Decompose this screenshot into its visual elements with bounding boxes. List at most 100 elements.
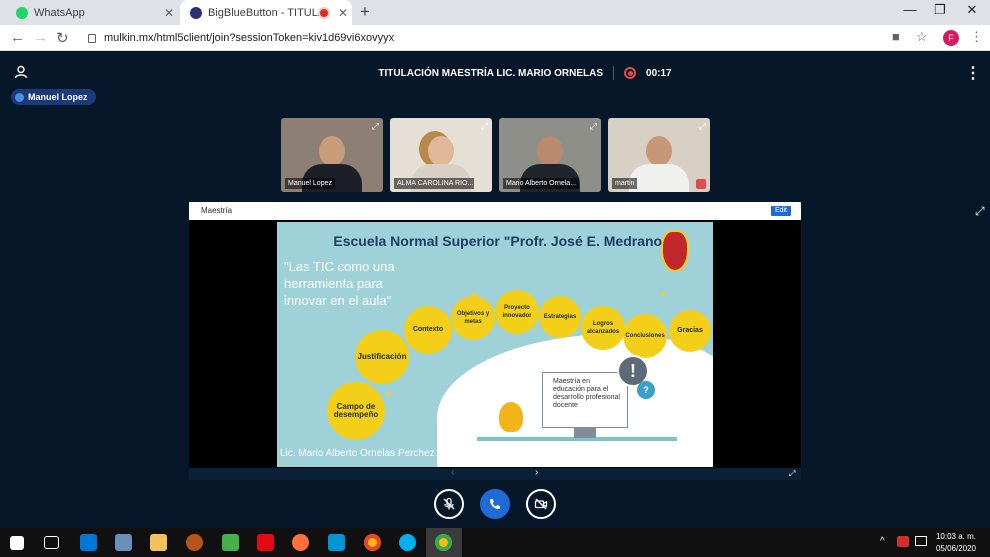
forward-button[interactable]: → xyxy=(33,29,48,46)
edit-button[interactable]: Edit xyxy=(770,206,791,216)
participant-silhouette xyxy=(629,136,689,192)
tab-bigbluebutton[interactable]: BigBlueButton - TITULACIÓN ✕ xyxy=(180,0,352,25)
meeting-title: TITULACIÓN MAESTRÍA LIC. MARIO ORNELAS xyxy=(378,67,604,79)
expand-icon[interactable]: ⤢ xyxy=(372,121,379,132)
microphone-icon xyxy=(15,92,24,102)
expand-icon[interactable]: ⤢ xyxy=(590,121,597,132)
slide-title: Escuela Normal Superior "Profr. José E. … xyxy=(333,233,687,249)
circle-conclusiones: Conclusiones xyxy=(623,314,667,358)
lock-icon xyxy=(88,33,96,43)
windows-taskbar: ^ 10:03 a. m. 05/06/2020 xyxy=(0,528,990,557)
hp-icon[interactable] xyxy=(328,534,345,551)
circle-contexto: Contexto xyxy=(404,306,452,354)
divider xyxy=(613,66,615,80)
talking-indicator: Manuel Lopez xyxy=(11,89,96,105)
circle-estrategias: Estrategias xyxy=(539,296,581,338)
presentation-name: Maestría xyxy=(201,206,233,215)
circle-proyecto-innovador: Proyecto innovador xyxy=(495,290,539,334)
browser-menu-icon[interactable]: ⋮ xyxy=(970,29,983,45)
new-tab-button[interactable]: + xyxy=(360,2,370,22)
app-icon[interactable] xyxy=(186,534,203,551)
webcam-user-name: ALMA CAROLINA RIO... xyxy=(394,178,474,189)
browser-tab-bar: WhatsApp ✕ BigBlueButton - TITULACIÓN ✕ … xyxy=(0,0,990,25)
options-menu-icon[interactable]: ⋮ xyxy=(965,63,981,83)
tray-expand-icon[interactable]: ^ xyxy=(880,536,885,547)
close-window-button[interactable]: ✕ xyxy=(957,2,987,18)
circle-gracias: Gracias xyxy=(669,310,711,352)
url-field[interactable]: mulkin.mx/html5client/join?sessionToken=… xyxy=(78,28,888,48)
bookmark-star-icon[interactable]: ☆ xyxy=(916,29,928,45)
reload-button[interactable]: ↻ xyxy=(56,29,69,47)
file-explorer-icon[interactable] xyxy=(150,534,167,551)
webcam-tile[interactable]: ⤢ martin xyxy=(608,118,710,192)
back-button[interactable]: ← xyxy=(10,29,25,46)
profile-avatar[interactable]: F xyxy=(943,30,959,46)
previous-slide-button[interactable]: ‹ xyxy=(451,467,454,478)
tab-whatsapp[interactable]: WhatsApp ✕ xyxy=(6,0,178,25)
video-off-icon xyxy=(534,498,548,510)
mute-microphone-button[interactable] xyxy=(434,489,464,519)
slide-quote: "Las TIC como una herramienta para innov… xyxy=(284,259,395,308)
monitor-illustration: Maestría en educación para el desarrollo… xyxy=(542,372,628,428)
antivirus-tray-icon[interactable] xyxy=(897,536,909,547)
leave-audio-button[interactable] xyxy=(480,489,510,519)
tab-title: BigBlueButton - TITULACIÓN xyxy=(208,6,320,19)
fullscreen-icon[interactable]: ⤢ xyxy=(975,204,985,219)
close-tab-icon[interactable]: ✕ xyxy=(160,6,178,20)
phone-icon xyxy=(490,499,500,509)
circle-campo-desempeno: Campo de desempeño xyxy=(327,382,385,440)
talking-user-name: Manuel Lopez xyxy=(28,92,88,102)
whatsapp-icon xyxy=(16,6,28,19)
webcam-user-name: Mario Alberto Ornela... xyxy=(503,178,580,189)
share-webcam-button[interactable] xyxy=(526,489,556,519)
recording-indicator-icon xyxy=(320,8,328,17)
circle-justificacion: Justificación xyxy=(355,330,409,384)
decorative-dot xyxy=(661,292,665,296)
slide-author: Lic. Mario Alberto Ornelas Perchez xyxy=(280,448,435,459)
tab-title: WhatsApp xyxy=(34,6,85,19)
school-logo xyxy=(661,230,689,272)
netflix-icon[interactable] xyxy=(257,534,274,551)
edge-icon[interactable] xyxy=(80,534,97,551)
app-icon[interactable] xyxy=(115,534,132,551)
webcam-user-name: Manuel Lopez xyxy=(285,178,335,189)
webcam-tile[interactable]: ⤢ ALMA CAROLINA RIO... xyxy=(390,118,492,192)
record-icon[interactable] xyxy=(624,67,637,79)
decorative-dot xyxy=(387,392,391,396)
next-slide-button[interactable]: › xyxy=(535,467,538,478)
url-text: mulkin.mx/html5client/join?sessionToken=… xyxy=(104,32,395,44)
webcam-tile[interactable]: ⤢ Manuel Lopez xyxy=(281,118,383,192)
webcam-tile[interactable]: ⤢ Mario Alberto Ornela... xyxy=(499,118,601,192)
task-view-icon[interactable] xyxy=(44,536,59,549)
restore-button[interactable]: ❐ xyxy=(925,2,955,18)
recording-timer: 00:17 xyxy=(646,67,672,79)
notifications-icon[interactable] xyxy=(915,536,927,546)
firefox-icon[interactable] xyxy=(292,534,309,551)
taskbar-clock[interactable]: 10:03 a. m. 05/06/2020 xyxy=(930,531,982,555)
minimize-button[interactable]: — xyxy=(895,2,925,17)
flame-illustration xyxy=(499,402,523,432)
camera-icon[interactable]: ■ xyxy=(892,29,900,44)
close-tab-icon[interactable]: ✕ xyxy=(334,6,352,20)
expand-icon[interactable]: ⤢ xyxy=(699,121,706,132)
clock-time: 10:03 a. m. xyxy=(935,532,977,541)
app-icon[interactable] xyxy=(222,534,239,551)
chrome-icon[interactable] xyxy=(364,534,381,551)
clock-date: 05/06/2020 xyxy=(935,544,977,553)
windows-start-icon[interactable] xyxy=(10,536,24,550)
bigbluebutton-icon xyxy=(190,6,202,19)
webcam-user-name: martin xyxy=(612,178,638,189)
circle-logros-alcanzados: Logros alcanzados xyxy=(581,306,625,350)
fit-to-width-icon[interactable]: ⤢ xyxy=(789,469,795,479)
decorative-dot xyxy=(472,292,476,296)
skype-icon[interactable] xyxy=(399,534,416,551)
expand-icon[interactable]: ⤢ xyxy=(481,121,488,132)
monitor-text: Maestría en educación para el desarrollo… xyxy=(553,378,620,409)
question-icon: ? xyxy=(637,381,655,399)
circle-objetivos-metas: Objetivos y metas xyxy=(451,296,495,340)
presentation-header: Maestría Edit xyxy=(189,202,801,220)
microphone-icon xyxy=(443,497,455,510)
presentation-toolbar: ‹ › ⤢ xyxy=(189,467,801,480)
address-bar: ← → ↻ mulkin.mx/html5client/join?session… xyxy=(0,25,990,51)
chrome-active-icon[interactable] xyxy=(435,534,452,551)
